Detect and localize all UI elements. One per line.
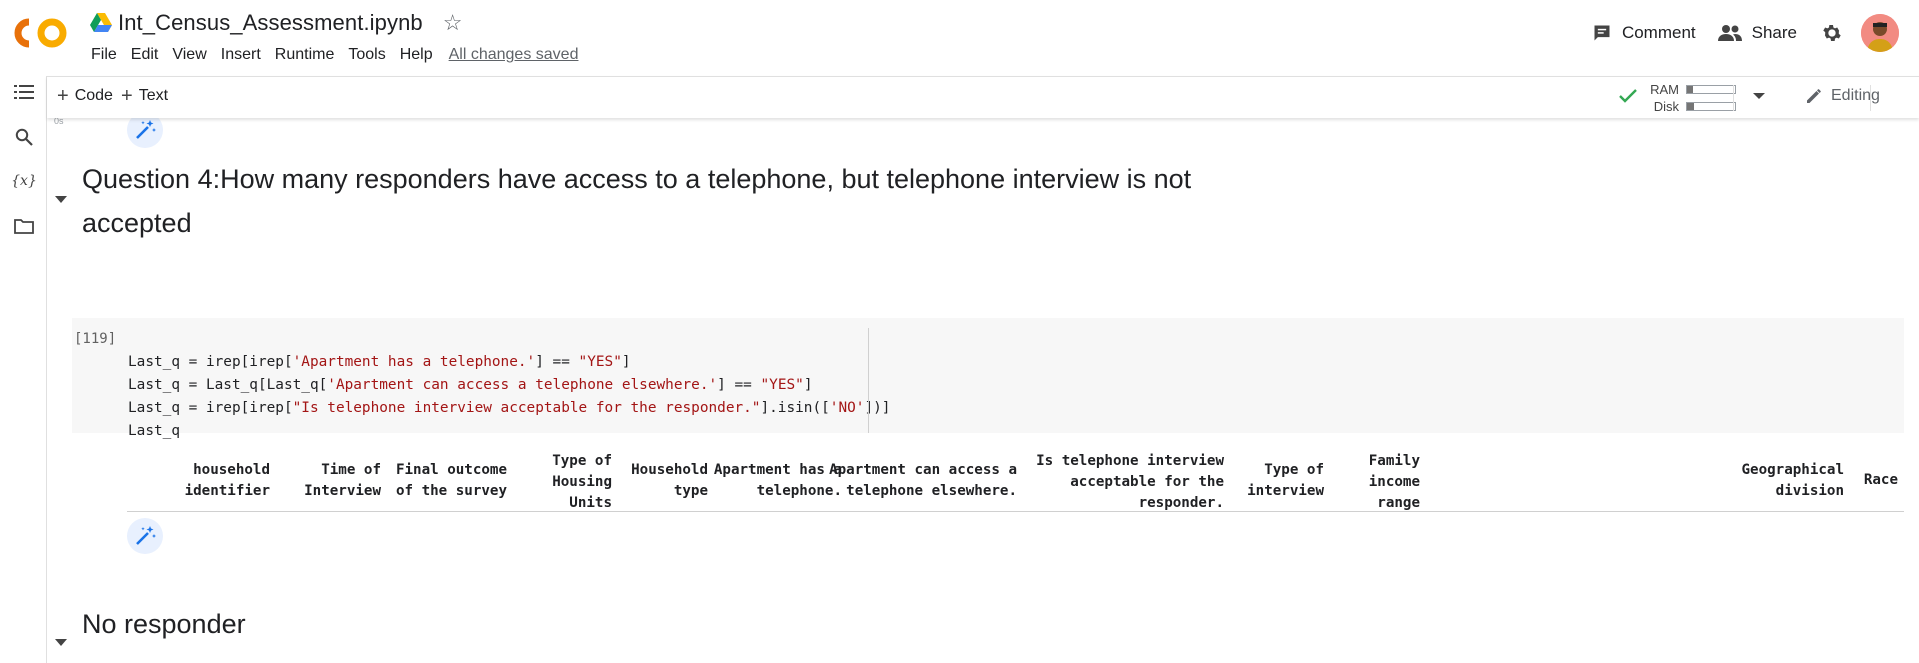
runtime-dropdown-icon[interactable] [1753, 93, 1765, 99]
ram-label: RAM [1650, 82, 1679, 97]
resource-monitor[interactable]: RAM Disk [1619, 81, 1759, 115]
header-actions: Comment Share [1570, 14, 1899, 52]
plus-icon: + [121, 85, 133, 107]
column-header: household identifier [184, 462, 270, 499]
code-line: Last_q = irep[irep['Apartment has a tele… [128, 354, 631, 370]
code-editor[interactable]: Last_q = irep[irep['Apartment has a tele… [128, 328, 890, 443]
column-header: Race [1863, 472, 1898, 488]
share-button[interactable]: Share [1717, 23, 1797, 43]
dataframe-output-header: household identifier Time of Interview Fin… [127, 452, 1904, 512]
editing-label: Editing [1831, 87, 1880, 104]
disk-usage-fill [1687, 103, 1694, 110]
column-header: Type of interview [1247, 462, 1324, 499]
colab-logo[interactable] [14, 16, 70, 50]
disk-label: Disk [1653, 99, 1679, 114]
menu-bar: File Edit View Insert Runtime Tools Help… [85, 44, 578, 66]
save-status[interactable]: All changes saved [449, 46, 579, 64]
notebook-toolbar: + Code + Text RAM Disk Editing [47, 76, 1919, 118]
code-line: Last_q [128, 423, 180, 439]
left-sidebar: {x} [0, 76, 47, 663]
column-header: Is telephone interview acceptable for the… [1036, 453, 1224, 511]
execution-time: 0s [54, 118, 64, 126]
execution-count: [119] [74, 331, 117, 347]
search-icon[interactable] [12, 125, 36, 149]
top-bar: Int_Census_Assessment.ipynb ☆ File Edit … [0, 0, 1919, 76]
collapse-section-icon[interactable] [55, 639, 67, 646]
column-header: Type of Housing Units [552, 453, 612, 511]
menu-file[interactable]: File [85, 44, 123, 66]
variables-icon[interactable]: {x} [11, 169, 37, 193]
column-header: Apartment can access a telephone elsewher… [829, 462, 1017, 499]
menu-help[interactable]: Help [394, 44, 439, 66]
column-header: Household type [631, 462, 708, 499]
ram-usage-bar [1686, 85, 1736, 94]
title-row: Int_Census_Assessment.ipynb ☆ [90, 8, 462, 38]
disk-usage-bar [1686, 102, 1736, 111]
magic-wand-button-2[interactable] [127, 518, 163, 554]
connected-check-icon [1619, 89, 1637, 103]
code-ruler [868, 328, 869, 433]
menu-tools[interactable]: Tools [342, 44, 391, 66]
share-label: Share [1751, 23, 1797, 42]
settings-gear-icon[interactable] [1821, 22, 1843, 44]
column-header: Geographical division [1741, 462, 1845, 499]
editing-mode-button[interactable]: Editing [1805, 87, 1880, 105]
avatar-image [1861, 14, 1899, 52]
menu-edit[interactable]: Edit [125, 44, 165, 66]
magic-wand-icon [136, 120, 156, 139]
add-text-cell-button[interactable]: + Text [121, 85, 169, 107]
comment-label: Comment [1621, 23, 1696, 42]
menu-runtime[interactable]: Runtime [269, 44, 341, 66]
comment-button[interactable]: Comment [1592, 23, 1696, 43]
column-header: Final outcome of the survey [395, 462, 507, 499]
next-section-heading: No responder [82, 609, 246, 639]
user-avatar[interactable] [1861, 14, 1899, 52]
add-text-label: Text [138, 87, 169, 104]
notebook-content: 0s Question 4:How many responders have a… [47, 118, 1919, 663]
add-code-label: Code [74, 87, 113, 104]
section-heading-line-1: Question 4:How many responders have acce… [82, 164, 1192, 194]
comment-icon [1594, 25, 1610, 41]
google-drive-icon[interactable] [90, 13, 112, 33]
notebook-title[interactable]: Int_Census_Assessment.ipynb [118, 10, 423, 36]
files-folder-icon[interactable] [12, 214, 36, 238]
ram-usage-fill [1687, 86, 1693, 93]
code-line: Last_q = irep[irep["Is telephone intervi… [128, 400, 891, 416]
menu-insert[interactable]: Insert [215, 44, 267, 66]
column-header: Family income range [1368, 453, 1420, 511]
column-header: Apartment has a telephone. [713, 462, 842, 499]
menu-view[interactable]: View [166, 44, 212, 66]
table-of-contents-icon[interactable] [12, 80, 36, 104]
add-code-cell-button[interactable]: + Code [57, 85, 113, 107]
magic-wand-button[interactable] [127, 118, 163, 148]
collapse-section-icon[interactable] [55, 196, 67, 203]
magic-wand-icon [136, 526, 156, 545]
divider [1733, 85, 1734, 111]
star-icon[interactable]: ☆ [443, 12, 463, 34]
code-line: Last_q = Last_q[Last_q['Apartment can ac… [128, 377, 813, 393]
code-cell[interactable]: [119] Last_q = irep[irep['Apartment has … [72, 318, 1904, 439]
plus-icon: + [57, 85, 69, 107]
section-heading: Question 4:How many responders have acce… [82, 157, 1191, 245]
pencil-icon [1807, 89, 1821, 103]
column-header: Time of Interview [304, 462, 381, 499]
people-icon [1717, 25, 1742, 41]
section-heading-line-2: accepted [82, 208, 192, 238]
